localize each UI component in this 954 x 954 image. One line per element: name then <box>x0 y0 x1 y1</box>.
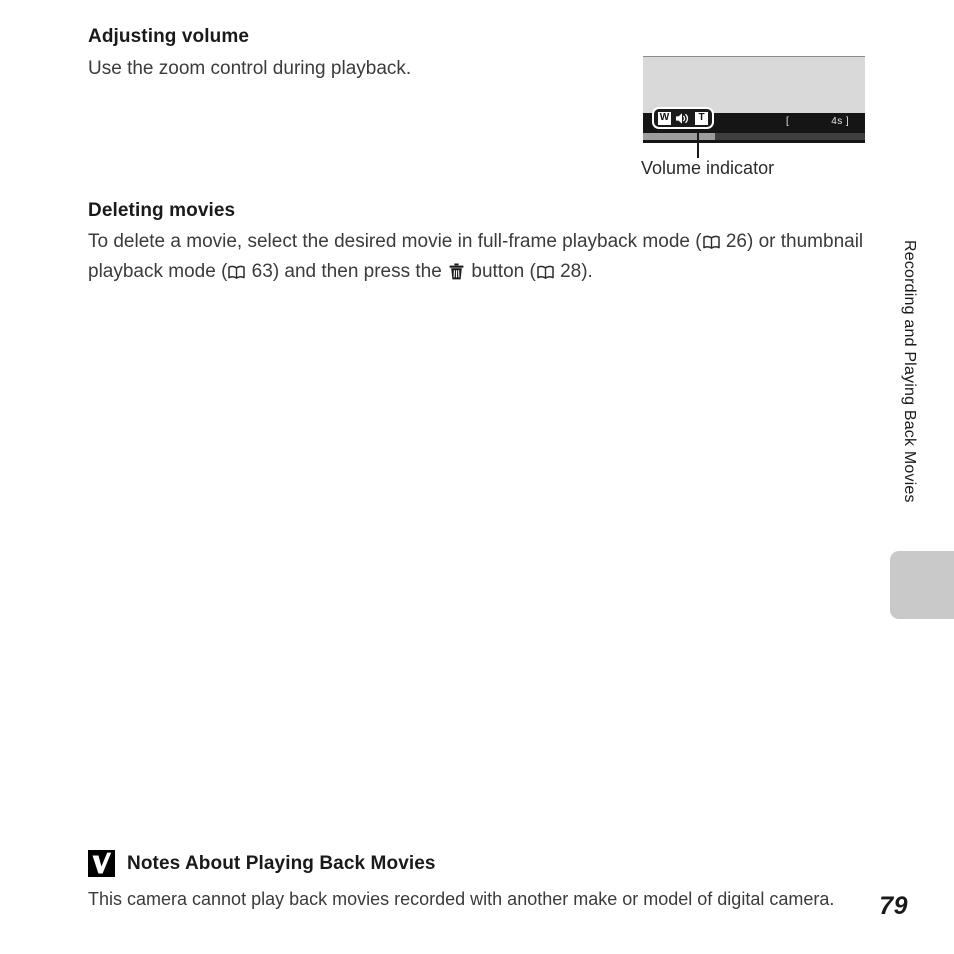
adjusting-volume-heading: Adjusting volume <box>88 26 249 47</box>
camera-screen-frame: W T [ 4s ] <box>643 56 865 143</box>
volume-tele-label: T <box>695 111 708 125</box>
playback-bracket-left: [ <box>786 116 790 127</box>
playback-progress-bar <box>643 133 865 140</box>
section-notes: Notes About Playing Back Movies This cam… <box>88 850 878 913</box>
notes-body: This camera cannot play back movies reco… <box>88 889 835 909</box>
deleting-text-1: To delete a movie, select the desired mo… <box>88 231 702 252</box>
page-number: 79 <box>879 892 908 920</box>
book-icon <box>228 259 246 279</box>
adjusting-volume-body: Use the zoom control during playback. <box>88 58 412 79</box>
speaker-icon <box>675 112 691 125</box>
playback-progress-fill <box>643 133 715 140</box>
camera-screen-figure: W T [ 4s ] <box>643 56 865 143</box>
caution-checkmark-icon <box>88 850 115 877</box>
deleting-movies-body: To delete a movie, select the desired mo… <box>88 227 878 287</box>
notes-title: Notes About Playing Back Movies <box>127 852 436 874</box>
deleting-movies-heading: Deleting movies <box>88 200 236 221</box>
deleting-ref-2-page: 63) and then press the <box>246 261 448 282</box>
deleting-text-2: button ( <box>466 261 536 282</box>
deleting-ref-3-page: 28). <box>554 261 593 282</box>
document-page: Adjusting volume Use the zoom control du… <box>0 0 954 954</box>
book-icon <box>702 229 720 249</box>
book-icon <box>537 259 554 279</box>
section-deleting-movies: Deleting movies To delete a movie, selec… <box>88 200 878 287</box>
notes-heading-row: Notes About Playing Back Movies <box>88 850 878 877</box>
figure-caption-volume-indicator: Volume indicator <box>641 158 775 178</box>
figure-callout-line <box>697 131 699 158</box>
playback-time-remaining: 4s ] <box>831 116 849 127</box>
volume-indicator: W T <box>652 107 714 129</box>
trash-icon <box>449 260 464 280</box>
section-adjusting-volume: Adjusting volume Use the zoom control du… <box>88 26 608 84</box>
volume-wide-label: W <box>658 111 671 125</box>
chapter-tab-label: Recording and Playing Back Movies <box>901 240 918 503</box>
chapter-tab-mark <box>890 551 954 619</box>
